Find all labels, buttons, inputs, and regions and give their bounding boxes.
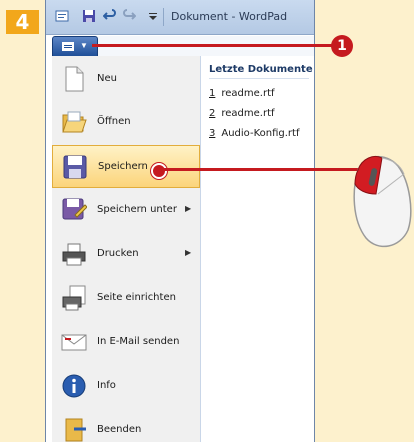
wordpad-app-icon [55, 10, 69, 22]
menu-item-neu[interactable]: Neu [52, 58, 200, 101]
recent-documents-pane: Letzte Dokumente 1 readme.rtf 2 readme.rtf… [201, 56, 314, 442]
recent-documents-heading: Letzte Dokumente [209, 64, 313, 75]
menu-item-speichern[interactable]: Speichern [52, 145, 200, 188]
email-icon [61, 334, 87, 351]
menu-item-drucken[interactable]: Drucken ▶ [52, 233, 200, 276]
save-as-icon [62, 198, 87, 220]
menu-item-beenden[interactable]: Beenden [52, 409, 200, 442]
exit-icon [65, 418, 86, 442]
chevron-down-icon: ▼ [80, 41, 88, 50]
menu-item-label: Drucken [97, 248, 139, 259]
callout-dot [151, 163, 167, 179]
new-document-icon [65, 66, 84, 92]
page-setup-icon [62, 285, 86, 311]
file-menu-icon [62, 42, 74, 51]
menu-item-label: Speichern unter [97, 204, 177, 215]
menu-item-label: Speichern [98, 161, 148, 172]
submenu-arrow-icon: ▶ [185, 204, 192, 213]
file-menu-commands: Neu Öffnen Speichern Speichern unter ▶ D… [52, 56, 201, 442]
mouse-icon [353, 156, 412, 248]
menu-item-label: Info [97, 380, 116, 391]
save-icon [63, 155, 87, 179]
recent-item[interactable]: 2 readme.rtf [209, 108, 275, 119]
recent-item[interactable]: 3 Audio-Konfig.rtf [209, 128, 300, 139]
menu-item-speichern-unter[interactable]: Speichern unter ▶ [52, 189, 200, 232]
redo-icon[interactable] [122, 9, 136, 23]
menu-item-label: In E-Mail senden [97, 336, 180, 347]
recent-item-name: readme.rtf [221, 88, 275, 99]
menu-item-label: Beenden [97, 424, 142, 435]
submenu-arrow-icon: ▶ [185, 248, 192, 257]
menu-item-label: Seite einrichten [97, 292, 176, 303]
recent-item-number: 2 [209, 108, 216, 119]
title-bar: Dokument - WordPad [46, 0, 314, 35]
recent-divider [209, 78, 309, 79]
menu-item-seite-einrichten[interactable]: Seite einrichten [52, 277, 200, 320]
menu-item-label: Neu [97, 73, 117, 84]
recent-item-number: 3 [209, 128, 216, 139]
recent-item-name: Audio-Konfig.rtf [221, 128, 300, 139]
wordpad-window: Dokument - WordPad ▼ Neu Öffnen Speicher… [46, 0, 314, 442]
customize-quick-access-icon[interactable] [146, 9, 160, 23]
menu-item-oeffnen[interactable]: Öffnen [52, 101, 200, 144]
callout-number: 1 [331, 35, 353, 57]
printer-icon [62, 243, 86, 266]
open-folder-icon [62, 111, 87, 133]
recent-item[interactable]: 1 readme.rtf [209, 88, 275, 99]
menu-item-email[interactable]: In E-Mail senden [52, 321, 200, 364]
quick-save-icon[interactable] [82, 9, 96, 23]
callout-line [163, 168, 363, 171]
window-title: Dokument - WordPad [171, 10, 288, 23]
recent-item-name: readme.rtf [221, 108, 275, 119]
menu-item-info[interactable]: Info [52, 365, 200, 408]
title-separator [163, 8, 164, 26]
callout-line [92, 44, 332, 47]
undo-icon[interactable] [103, 9, 117, 23]
recent-item-number: 1 [209, 88, 216, 99]
step-badge: 4 [6, 10, 39, 34]
menu-item-label: Öffnen [97, 116, 131, 127]
info-icon [62, 374, 86, 398]
